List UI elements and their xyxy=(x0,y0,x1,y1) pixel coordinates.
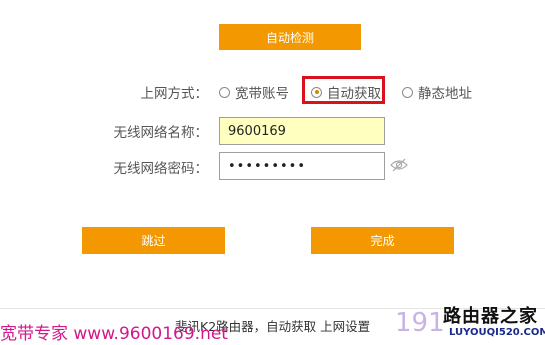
watermark-left: 宽带专家 www.9600169.net xyxy=(0,324,228,344)
radio-broadband-label: 宽带账号 xyxy=(235,86,289,102)
radio-circle-static[interactable] xyxy=(402,86,413,98)
wifi-password-label: 无线网络密码： xyxy=(113,161,209,177)
radio-broadband-account[interactable]: 宽带账号 xyxy=(219,82,289,102)
eye-icon[interactable] xyxy=(390,158,408,172)
finish-button[interactable]: 完成 xyxy=(311,227,454,254)
radio-circle-broadband[interactable] xyxy=(219,86,230,98)
auto-detect-button[interactable]: 自动检测 xyxy=(219,24,361,50)
skip-button[interactable]: 跳过 xyxy=(82,227,225,254)
wifi-password-input[interactable]: ••••••••• xyxy=(219,152,385,180)
watermark-number: 191 xyxy=(395,308,445,338)
radio-static-address[interactable]: 静态地址 xyxy=(402,82,472,102)
annotation-highlight-box xyxy=(302,76,385,104)
wifi-name-input[interactable]: 9600169 xyxy=(219,117,385,145)
radio-static-label: 静态地址 xyxy=(418,86,472,102)
wifi-name-label: 无线网络名称： xyxy=(113,125,209,141)
site-logo-text: 路由器之家 xyxy=(443,306,538,327)
connection-type-label: 上网方式： xyxy=(140,86,209,102)
site-logo-url: LUYOUQI520.COM xyxy=(449,327,545,338)
